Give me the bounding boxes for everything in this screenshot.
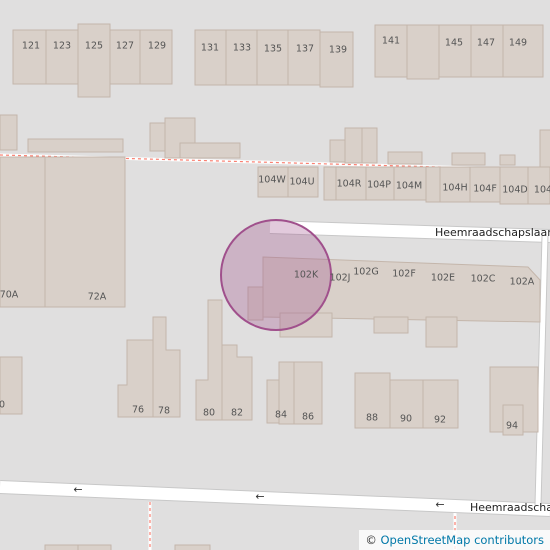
house-number: 78 xyxy=(158,406,170,417)
house-number: 88 xyxy=(366,413,378,424)
house-number: 104 xyxy=(534,185,550,196)
house-number: 104D xyxy=(502,185,527,196)
house-number: 102F xyxy=(392,269,416,280)
house-number: 102G xyxy=(353,267,379,278)
house-number: 104M xyxy=(396,181,422,192)
house-number: 149 xyxy=(509,38,527,49)
house-number: 70A xyxy=(0,290,19,301)
map-view[interactable]: 121 123 125 127 129 131 133 135 137 139 … xyxy=(0,0,550,550)
house-number: 86 xyxy=(302,412,314,423)
house-number: 123 xyxy=(53,41,71,52)
house-number: 127 xyxy=(116,41,134,52)
house-number: 102C xyxy=(471,274,496,285)
house-number: 135 xyxy=(264,44,282,55)
house-number: 102K xyxy=(294,270,319,281)
house-number: 102E xyxy=(431,273,455,284)
house-number: 0 xyxy=(0,400,5,411)
copyright-symbol: © xyxy=(365,533,381,547)
house-number: 129 xyxy=(148,41,166,52)
house-number: 104H xyxy=(442,183,467,194)
house-number: 145 xyxy=(445,38,463,49)
house-number: 133 xyxy=(233,43,251,54)
house-number: 84 xyxy=(275,410,287,421)
house-number: 137 xyxy=(296,44,314,55)
house-number: 76 xyxy=(132,405,144,416)
street-label-heemraadschapslaan-lower: Heemraadscha xyxy=(470,501,550,514)
house-number: 141 xyxy=(382,36,400,47)
oneway-arrow-icon: ← xyxy=(73,483,82,496)
house-number: 92 xyxy=(434,415,446,426)
house-number: 102J xyxy=(330,273,351,284)
oneway-arrow-icon: ← xyxy=(435,498,444,511)
house-number: 104U xyxy=(289,177,314,188)
house-number: 104R xyxy=(337,179,362,190)
oneway-arrow-icon: ← xyxy=(255,490,264,503)
house-number: 147 xyxy=(477,38,495,49)
map-canvas[interactable]: 121 123 125 127 129 131 133 135 137 139 … xyxy=(0,0,550,550)
house-number: 104W xyxy=(258,175,286,186)
house-number: 104P xyxy=(367,180,391,191)
house-number: 94 xyxy=(506,421,518,432)
house-number: 72A xyxy=(88,292,107,303)
house-number: 131 xyxy=(201,43,219,54)
house-number: 102A xyxy=(510,277,535,288)
house-number: 125 xyxy=(85,41,103,52)
house-number: 80 xyxy=(203,408,215,419)
road-east-connector xyxy=(535,235,548,506)
house-number: 82 xyxy=(231,408,243,419)
house-number: 90 xyxy=(400,414,412,425)
house-number: 121 xyxy=(22,41,40,52)
map-attribution: © OpenStreetMap contributors xyxy=(359,530,550,550)
street-label-heemraadschapslaan-upper: Heemraadschapslaan xyxy=(435,226,550,239)
house-number: 139 xyxy=(329,45,347,56)
house-number: 104F xyxy=(473,184,497,195)
attribution-link[interactable]: OpenStreetMap contributors xyxy=(380,533,544,547)
